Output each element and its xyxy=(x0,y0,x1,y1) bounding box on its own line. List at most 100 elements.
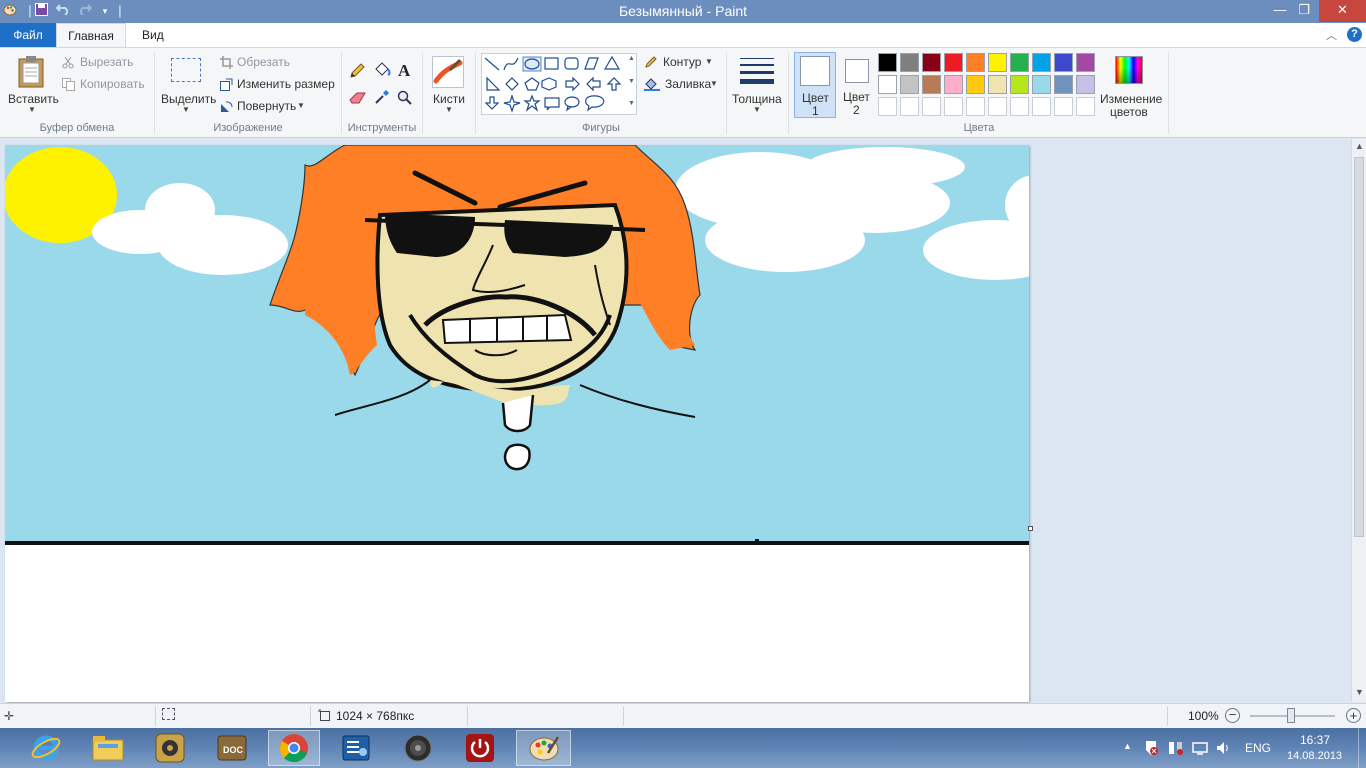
shapes-gallery[interactable] xyxy=(481,53,637,115)
show-hidden-icons[interactable]: ▲ xyxy=(1123,741,1132,751)
copy-label: Копировать xyxy=(80,77,145,91)
color1-button[interactable]: Цвет 1 xyxy=(794,52,836,118)
speaker-app-icon[interactable] xyxy=(392,730,444,766)
color-swatch[interactable] xyxy=(1032,75,1051,94)
color-swatch[interactable] xyxy=(878,75,897,94)
color-swatch[interactable] xyxy=(944,75,963,94)
scroll-thumb[interactable] xyxy=(1354,157,1364,537)
zoom-out-icon[interactable]: − xyxy=(1225,708,1240,723)
copy-button[interactable]: Копировать xyxy=(62,76,152,94)
minimize-ribbon-icon[interactable]: ︿ xyxy=(1326,27,1337,43)
resize-button[interactable]: Изменить размер xyxy=(220,76,335,94)
doc-viewer-icon[interactable]: DOC xyxy=(206,730,258,766)
color-swatch[interactable] xyxy=(1010,75,1029,94)
brushes-label: Кисти xyxy=(433,92,465,106)
select-button[interactable]: Выделить ▼ xyxy=(158,50,216,118)
outline-label: Контур xyxy=(663,55,702,69)
custom-color-swatch[interactable] xyxy=(966,97,985,116)
paste-button[interactable]: Вставить ▼ xyxy=(2,50,60,118)
rotate-button[interactable]: Повернуть ▼ xyxy=(220,98,335,116)
scroll-down-icon[interactable]: ▼ xyxy=(1355,687,1364,697)
color2-label: Цвет xyxy=(843,90,870,104)
scroll-up-icon[interactable]: ▲ xyxy=(1355,141,1364,151)
chrome-icon[interactable] xyxy=(268,730,320,766)
chevron-down-icon: ▼ xyxy=(705,57,713,66)
brushes-button[interactable]: Кисти ▼ xyxy=(426,50,471,118)
group-divider xyxy=(726,52,727,134)
color-swatch[interactable] xyxy=(900,75,919,94)
color-swatch[interactable] xyxy=(922,75,941,94)
color-picker-icon[interactable] xyxy=(374,89,390,105)
internet-explorer-icon[interactable] xyxy=(20,730,72,766)
resize-label: Изменить размер xyxy=(237,77,335,91)
custom-color-swatch[interactable] xyxy=(1010,97,1029,116)
minimize-icon[interactable]: — xyxy=(1266,0,1294,22)
color-swatch[interactable] xyxy=(922,53,941,72)
outline-button[interactable]: Контур ▼ xyxy=(644,54,724,72)
size-button[interactable]: Толщина ▼ xyxy=(730,50,784,118)
media-player-icon[interactable] xyxy=(144,730,196,766)
custom-color-swatch[interactable] xyxy=(878,97,897,116)
show-desktop-button[interactable] xyxy=(1358,728,1366,768)
network-admin-icon[interactable] xyxy=(1168,740,1184,756)
zoom-in-icon[interactable]: + xyxy=(1346,708,1361,723)
action-center-icon[interactable] xyxy=(1143,740,1159,756)
shapes-scroll[interactable]: ▲ ▼ ▼ xyxy=(627,53,637,115)
language-indicator[interactable]: ENG xyxy=(1245,741,1271,755)
custom-color-swatch[interactable] xyxy=(988,97,1007,116)
color-swatch[interactable] xyxy=(1010,53,1029,72)
tab-file[interactable]: Файл xyxy=(0,23,56,47)
control-panel-icon[interactable] xyxy=(330,730,382,766)
tab-home[interactable]: Главная xyxy=(56,23,126,47)
fill-icon xyxy=(644,78,660,91)
fill-bucket-icon[interactable] xyxy=(373,62,391,79)
text-tool-icon[interactable]: A xyxy=(398,61,410,81)
svg-text:DOC: DOC xyxy=(223,745,244,755)
color-swatch[interactable] xyxy=(900,53,919,72)
color-swatch[interactable] xyxy=(1032,53,1051,72)
custom-color-swatch[interactable] xyxy=(1054,97,1073,116)
chevron-down-icon: ▼ xyxy=(710,79,718,88)
color-swatch[interactable] xyxy=(944,53,963,72)
power-app-icon[interactable] xyxy=(454,730,506,766)
color-swatch[interactable] xyxy=(988,75,1007,94)
vertical-scrollbar[interactable]: ▲ ▼ xyxy=(1351,139,1366,702)
paint-taskbar-icon[interactable] xyxy=(516,730,571,766)
color2-button[interactable]: Цвет 2 xyxy=(838,52,876,118)
fill-button[interactable]: Заливка ▼ xyxy=(644,76,724,94)
tab-view[interactable]: Вид xyxy=(132,23,172,47)
volume-icon[interactable] xyxy=(1216,740,1232,756)
copy-icon xyxy=(62,78,75,91)
eraser-icon[interactable] xyxy=(349,91,367,105)
clock-date[interactable]: 14.08.2013 xyxy=(1287,750,1342,762)
color-swatch[interactable] xyxy=(1076,75,1095,94)
pencil-icon[interactable] xyxy=(349,63,365,79)
custom-color-swatch[interactable] xyxy=(1076,97,1095,116)
color-swatch[interactable] xyxy=(878,53,897,72)
file-explorer-icon[interactable] xyxy=(82,730,134,766)
drawing-canvas[interactable] xyxy=(5,145,1029,702)
chevron-down-icon: ▼ xyxy=(28,105,36,114)
color-swatch[interactable] xyxy=(966,75,985,94)
magnifier-icon[interactable] xyxy=(397,90,413,106)
help-icon[interactable]: ? xyxy=(1347,27,1362,42)
cut-button[interactable]: Вырезать xyxy=(62,54,152,72)
display-icon[interactable] xyxy=(1192,740,1208,756)
custom-color-swatch[interactable] xyxy=(922,97,941,116)
resize-handle-right[interactable] xyxy=(1028,526,1033,531)
color-swatch[interactable] xyxy=(966,53,985,72)
rotate-icon xyxy=(221,101,233,112)
crop-button[interactable]: Обрезать xyxy=(220,54,335,72)
zoom-slider-thumb[interactable] xyxy=(1287,708,1295,723)
color-swatch[interactable] xyxy=(1054,75,1073,94)
custom-color-swatch[interactable] xyxy=(1032,97,1051,116)
custom-color-swatch[interactable] xyxy=(900,97,919,116)
color-swatch[interactable] xyxy=(1054,53,1073,72)
custom-color-swatch[interactable] xyxy=(944,97,963,116)
edit-colors-button[interactable]: Изменение цветов xyxy=(1100,50,1162,119)
close-icon[interactable]: ✕ xyxy=(1319,0,1366,22)
color-swatch[interactable] xyxy=(988,53,1007,72)
color-swatch[interactable] xyxy=(1076,53,1095,72)
restore-icon[interactable]: ❐ xyxy=(1293,0,1315,22)
clock-time[interactable]: 16:37 xyxy=(1300,733,1330,747)
